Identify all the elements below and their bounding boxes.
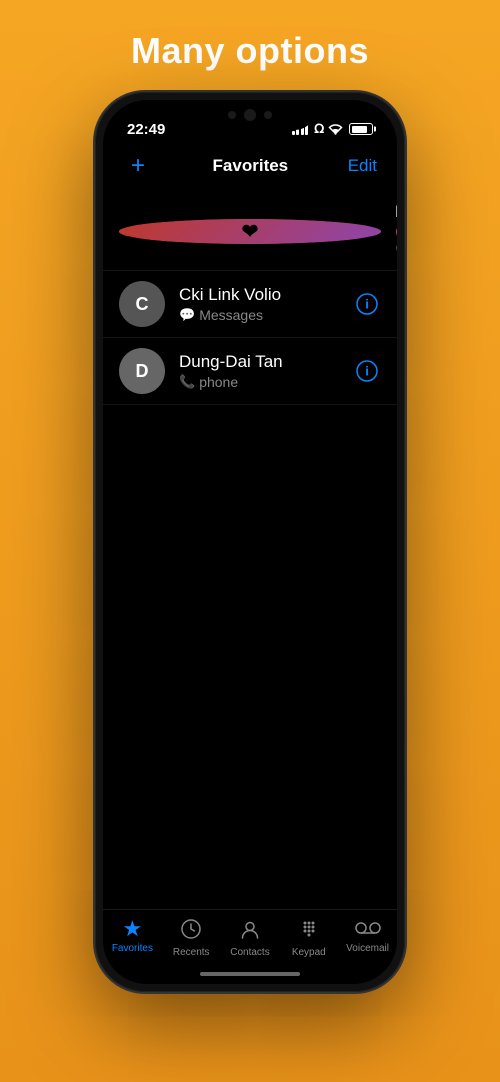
phone-icon-em: 📞 <box>395 244 397 260</box>
recents-icon <box>180 918 202 944</box>
add-favorite-button[interactable]: + <box>123 152 153 180</box>
tab-label-favorites: Favorites <box>112 943 153 954</box>
voicemail-icon <box>355 918 381 940</box>
nav-bar: + Favorites Edit <box>103 144 397 192</box>
tab-voicemail[interactable]: Voicemail <box>343 918 393 954</box>
phone-icon-dung: 📞 <box>179 374 195 390</box>
tab-label-voicemail: Voicemail <box>346 943 389 954</box>
message-icon-cki: 💬 <box>179 307 195 323</box>
battery-fill <box>352 126 367 133</box>
contacts-icon <box>239 918 261 944</box>
contact-info-em: Em 💕💕💕 📞 other <box>395 202 397 260</box>
contact-item-dung[interactable]: D Dung-Dai Tan 📞 phone i <box>103 338 397 405</box>
avatar-cki: C <box>119 281 165 327</box>
avatar-dung: D <box>119 348 165 394</box>
contact-name-em: Em 💕💕💕 <box>395 202 397 242</box>
favorites-icon: ★ <box>123 918 143 940</box>
phone-frame: 22:49 𝛀 <box>95 92 405 992</box>
tab-recents[interactable]: Recents <box>166 918 216 958</box>
notch <box>185 100 315 130</box>
page-title: Many options <box>131 30 369 72</box>
contact-list: ❤ Em 💕💕💕 📞 other i <box>103 192 397 909</box>
notch-dot-left <box>228 111 236 119</box>
contact-item-cki[interactable]: C Cki Link Volio 💬 Messages i <box>103 271 397 338</box>
status-bar: 22:49 𝛀 <box>103 100 397 144</box>
info-button-cki[interactable]: i <box>353 290 381 318</box>
tab-favorites[interactable]: ★ Favorites <box>107 918 157 954</box>
edit-button[interactable]: Edit <box>348 156 377 176</box>
home-bar <box>200 972 300 976</box>
status-time: 22:49 <box>127 121 165 138</box>
svg-text:i: i <box>365 297 369 312</box>
notch-dot-right <box>264 111 272 119</box>
screen: 22:49 𝛀 <box>103 100 397 984</box>
contact-item-em[interactable]: ❤ Em 💕💕💕 📞 other i <box>103 192 397 271</box>
notch-camera <box>244 109 256 121</box>
contact-sub-em: 📞 other <box>395 244 397 260</box>
keypad-icon <box>298 918 320 944</box>
signal-bar-1 <box>292 131 295 135</box>
contact-info-dung: Dung-Dai Tan 📞 phone <box>179 352 353 390</box>
contact-sub-label-dung: phone <box>199 374 238 390</box>
avatar-em: ❤ <box>119 219 381 244</box>
home-indicator <box>103 964 397 984</box>
contact-info-cki: Cki Link Volio 💬 Messages <box>179 285 353 323</box>
contact-name-dung: Dung-Dai Tan <box>179 352 353 372</box>
tab-label-contacts: Contacts <box>230 947 269 958</box>
tab-keypad[interactable]: Keypad <box>284 918 334 958</box>
tab-label-keypad: Keypad <box>292 947 326 958</box>
contact-sub-dung: 📞 phone <box>179 374 353 390</box>
contact-sub-cki: 💬 Messages <box>179 307 353 323</box>
contact-name-cki: Cki Link Volio <box>179 285 353 305</box>
tab-bar: ★ Favorites Recents <box>103 909 397 964</box>
info-button-dung[interactable]: i <box>353 357 381 385</box>
contact-sub-label-cki: Messages <box>199 307 263 323</box>
tab-label-recents: Recents <box>173 947 210 958</box>
nav-title: Favorites <box>213 156 289 176</box>
tab-contacts[interactable]: Contacts <box>225 918 275 958</box>
battery-icon <box>349 123 373 135</box>
svg-text:i: i <box>365 364 369 379</box>
wifi-icon: 𝛀 <box>314 121 343 137</box>
